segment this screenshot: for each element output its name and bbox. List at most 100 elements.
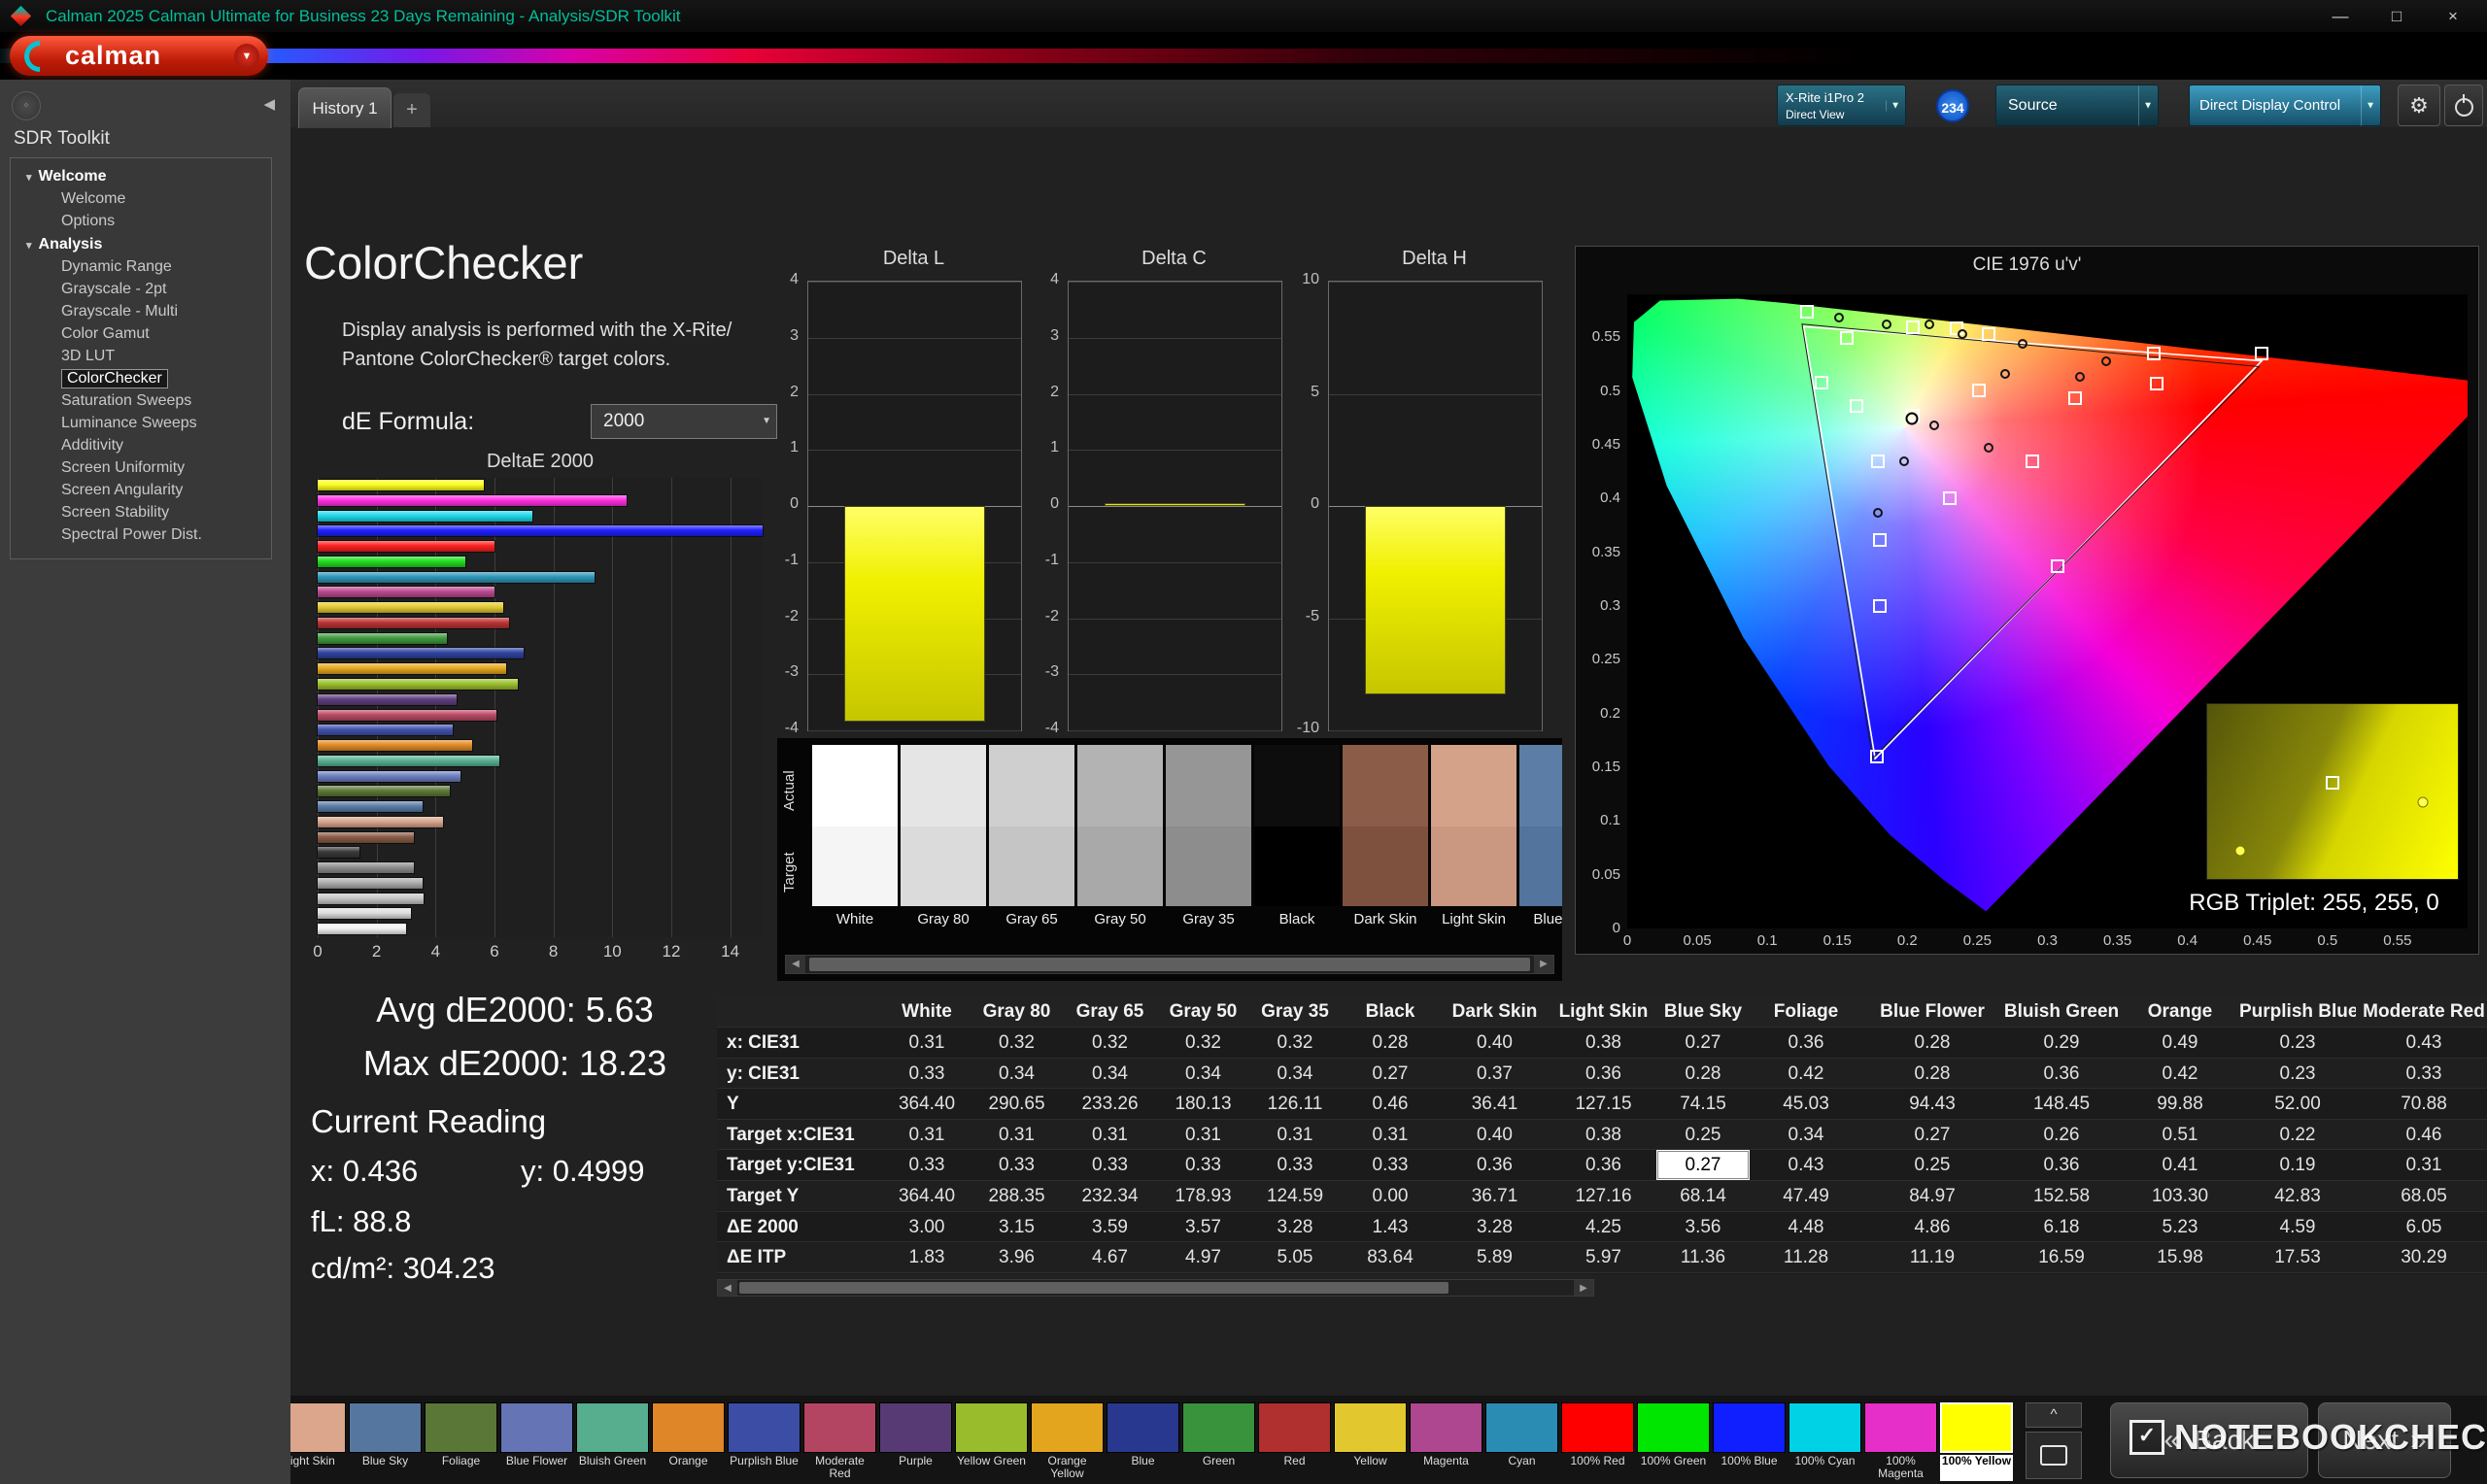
axis-tick-label: 10: [1286, 271, 1319, 288]
overlay-target-dot: [2417, 796, 2428, 807]
calman-logo[interactable]: calman ▼: [10, 36, 268, 76]
value-cell: 0.46: [1342, 1089, 1439, 1119]
axis-tick-label: 0.05: [1580, 866, 1620, 883]
color-swatch-100-cyan[interactable]: 100% Cyan: [1789, 1402, 1861, 1481]
table-row-target-y: Target Y364.40288.35232.34178.93124.590.…: [717, 1181, 2487, 1212]
value-cell: 15.98: [2121, 1242, 2239, 1272]
minimize-button[interactable]: —: [2312, 0, 2368, 32]
sidebar: ◦ ◀ SDR Toolkit ▾WelcomeWelcomeOptions▾A…: [0, 80, 290, 1484]
color-swatch-purple[interactable]: Purple: [879, 1402, 952, 1481]
display-pattern-button[interactable]: [2026, 1432, 2082, 1479]
swatch-label: 100% Magenta: [1864, 1455, 1937, 1481]
sidebar-item-welcome[interactable]: Welcome: [11, 188, 271, 211]
color-swatch-100-red[interactable]: 100% Red: [1561, 1402, 1634, 1481]
max-de2000: Max dE2000: 18.23: [321, 1036, 709, 1090]
axis-tick-label: -3: [766, 663, 799, 681]
color-swatch-blue-flower[interactable]: Blue Flower: [500, 1402, 573, 1481]
sidebar-item-colorchecker[interactable]: ColorChecker: [11, 368, 271, 390]
sidebar-item-saturation-sweeps[interactable]: Saturation Sweeps: [11, 390, 271, 413]
sidebar-item-analysis[interactable]: ▾Analysis: [11, 233, 271, 256]
de-formula-select[interactable]: 2000 ▼: [591, 404, 777, 439]
color-swatch-magenta[interactable]: Magenta: [1410, 1402, 1482, 1481]
sidebar-item-luminance-sweeps[interactable]: Luminance Sweeps: [11, 413, 271, 435]
row-label: x: CIE31: [717, 1028, 882, 1058]
next-button[interactable]: Next »: [2318, 1402, 2451, 1478]
source-dropdown[interactable]: Source ▼: [1995, 84, 2159, 126]
color-swatch-foliage[interactable]: Foliage: [425, 1402, 497, 1481]
value-cell: 0.28: [1862, 1059, 2002, 1089]
value-cell: 0.27: [1656, 1028, 1750, 1058]
scroll-left-icon[interactable]: ◀: [786, 956, 805, 973]
color-swatch-purplish-blue[interactable]: Purplish Blue: [728, 1402, 801, 1481]
logo-bar: calman ▼: [0, 32, 2487, 80]
actual-row-label: Actual: [781, 748, 806, 833]
value-cell: 3.96: [971, 1242, 1062, 1272]
expand-panel-button[interactable]: ^: [2026, 1402, 2082, 1428]
table-scrollbar[interactable]: ◀ ▶: [717, 1279, 1594, 1297]
measured-point: [1870, 750, 1884, 763]
sidebar-item-color-gamut[interactable]: Color Gamut: [11, 323, 271, 346]
maximize-button[interactable]: □: [2368, 0, 2425, 32]
color-swatch-red[interactable]: Red: [1258, 1402, 1331, 1481]
sidebar-item-options[interactable]: Options: [11, 211, 271, 233]
settings-button[interactable]: ⚙: [2398, 84, 2440, 126]
logo-menu-arrow-icon[interactable]: ▼: [234, 44, 259, 69]
swatch-label: Light Skin: [290, 1455, 346, 1481]
color-swatch-100-magenta[interactable]: 100% Magenta: [1864, 1402, 1937, 1481]
value-cell: 148.45: [2002, 1089, 2121, 1119]
sidebar-item-screen-stability[interactable]: Screen Stability: [11, 502, 271, 524]
close-button[interactable]: ×: [2425, 0, 2481, 32]
scrollbar-thumb[interactable]: [739, 1282, 1448, 1294]
strip-scrollbar[interactable]: ◀ ▶: [785, 955, 1554, 974]
strip-patch-dark-skin: Dark Skin: [1343, 745, 1428, 931]
scroll-left-icon[interactable]: ◀: [718, 1280, 737, 1296]
color-swatch-yellow[interactable]: Yellow: [1334, 1402, 1407, 1481]
color-swatch-moderate-red[interactable]: Moderate Red: [803, 1402, 876, 1481]
sidebar-item-dynamic-range[interactable]: Dynamic Range: [11, 256, 271, 279]
color-swatch-blue-sky[interactable]: Blue Sky: [349, 1402, 422, 1481]
sidebar-item-spectral-power-dist[interactable]: Spectral Power Dist.: [11, 524, 271, 547]
color-swatch-100-yellow[interactable]: 100% Yellow: [1940, 1402, 2013, 1481]
chevron-down-icon: ▼: [1886, 100, 1900, 111]
scroll-right-icon[interactable]: ▶: [1534, 956, 1553, 973]
de-formula-label: dE Formula:: [342, 408, 474, 436]
sidebar-item-grayscale-multi[interactable]: Grayscale - Multi: [11, 301, 271, 323]
color-swatch-100-green[interactable]: 100% Green: [1637, 1402, 1710, 1481]
sidebar-item-screen-uniformity[interactable]: Screen Uniformity: [11, 457, 271, 480]
sidebar-item-additivity[interactable]: Additivity: [11, 435, 271, 457]
value-cell: 0.33: [2356, 1059, 2487, 1089]
scroll-right-icon[interactable]: ▶: [1574, 1280, 1593, 1296]
sidebar-item-screen-angularity[interactable]: Screen Angularity: [11, 480, 271, 502]
power-button[interactable]: [2444, 84, 2483, 126]
swatch-chip: [500, 1402, 573, 1453]
back-button[interactable]: « Back: [2110, 1402, 2308, 1478]
color-swatch-green[interactable]: Green: [1182, 1402, 1255, 1481]
color-swatch-cyan[interactable]: Cyan: [1485, 1402, 1558, 1481]
value-cell: 4.86: [1862, 1212, 2002, 1242]
meter-dropdown[interactable]: X-Rite i1Pro 2 Direct View ▼: [1777, 84, 1906, 126]
measured-point: [1972, 384, 1986, 397]
add-tab-button[interactable]: +: [393, 93, 430, 127]
value-cell: 0.33: [971, 1150, 1062, 1180]
value-cell: 0.36: [2002, 1150, 2121, 1180]
tab-history-1[interactable]: History 1: [298, 87, 392, 128]
nav-back-button[interactable]: ◦: [12, 91, 41, 120]
sidebar-item-3d-lut[interactable]: 3D LUT: [11, 346, 271, 368]
value-cell: 11.36: [1656, 1242, 1750, 1272]
sidebar-item-welcome[interactable]: ▾Welcome: [11, 165, 271, 188]
scrollbar-thumb[interactable]: [809, 958, 1530, 971]
color-swatch-100-blue[interactable]: 100% Blue: [1713, 1402, 1786, 1481]
deltae-bar-orange-yellow: [318, 663, 506, 674]
color-swatch-yellow-green[interactable]: Yellow Green: [955, 1402, 1028, 1481]
color-swatch-orange-yellow[interactable]: Orange Yellow: [1031, 1402, 1104, 1481]
display-control-dropdown[interactable]: Direct Display Control ▼: [2189, 84, 2381, 126]
sidebar-item-grayscale-2pt[interactable]: Grayscale - 2pt: [11, 279, 271, 301]
color-swatch-light-skin[interactable]: Light Skin: [290, 1402, 346, 1481]
overlay-target-dot: [2234, 846, 2245, 857]
deltae-plot: [318, 478, 763, 937]
sidebar-collapse-icon[interactable]: ◀: [263, 95, 275, 113]
measured-point: [1982, 327, 1995, 341]
color-swatch-blue[interactable]: Blue: [1107, 1402, 1179, 1481]
color-swatch-orange[interactable]: Orange: [652, 1402, 725, 1481]
color-swatch-bluish-green[interactable]: Bluish Green: [576, 1402, 649, 1481]
